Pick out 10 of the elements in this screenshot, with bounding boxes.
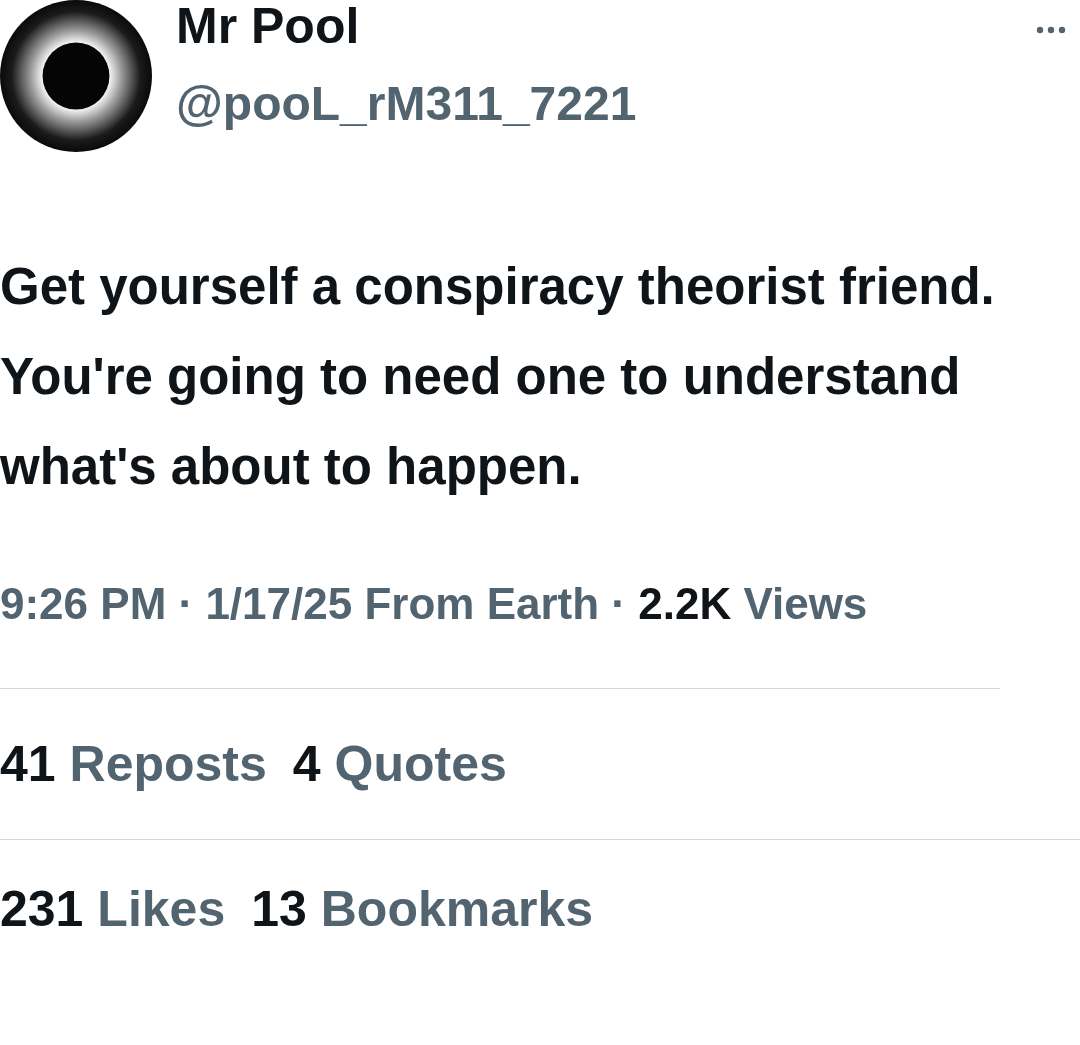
author-handle[interactable]: @pooL_rM311_7221	[176, 74, 637, 134]
avatar-icon[interactable]	[0, 0, 152, 152]
stat-link[interactable]: 41 Reposts	[0, 735, 267, 793]
more-icon[interactable]	[1036, 26, 1066, 34]
stat-link[interactable]: 4 Quotes	[292, 735, 507, 793]
stat-link[interactable]: 231 Likes	[0, 880, 226, 938]
author-name[interactable]: Mr Pool	[176, 0, 637, 54]
post-text: Get yourself a conspiracy theorist friend. You're going to need one to understand what's about to happen.	[0, 257, 996, 497]
stat-link[interactable]: 13 Bookmarks	[251, 880, 594, 938]
post-meta: 9:26 PM · 1/17/25 From Earth · 2.2K Views	[0, 572, 1000, 689]
